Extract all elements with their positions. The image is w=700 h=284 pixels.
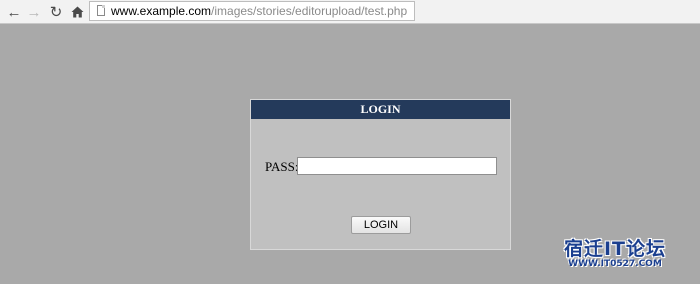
login-title: LOGIN — [251, 100, 510, 119]
forward-arrow-icon[interactable]: → — [24, 2, 44, 22]
reload-icon[interactable]: ↻ — [46, 2, 66, 22]
browser-toolbar: ← → ↻ www.example.com/images/stories/edi… — [0, 0, 700, 24]
pass-label: PASS: — [265, 159, 299, 174]
watermark-url: WWW.IT0527.COM — [568, 259, 662, 269]
watermark-logo: 宿迁IT论坛 WWW.IT0527.COM — [564, 239, 666, 270]
password-input[interactable] — [297, 157, 497, 175]
home-icon[interactable] — [67, 2, 87, 22]
login-button[interactable]: LOGIN — [351, 216, 411, 234]
login-panel: LOGIN PASS: LOGIN — [250, 99, 511, 250]
back-arrow-icon[interactable]: ← — [4, 2, 24, 22]
watermark-text: 宿迁IT论坛 — [563, 238, 666, 260]
page-icon — [97, 5, 105, 16]
address-bar[interactable]: www.example.com/images/stories/editorupl… — [89, 1, 415, 21]
url-path: /images/stories/editorupload/test.php — [211, 4, 408, 18]
url-host: www.example.com — [111, 4, 212, 18]
url-text: www.example.com/images/stories/editorupl… — [111, 4, 407, 18]
